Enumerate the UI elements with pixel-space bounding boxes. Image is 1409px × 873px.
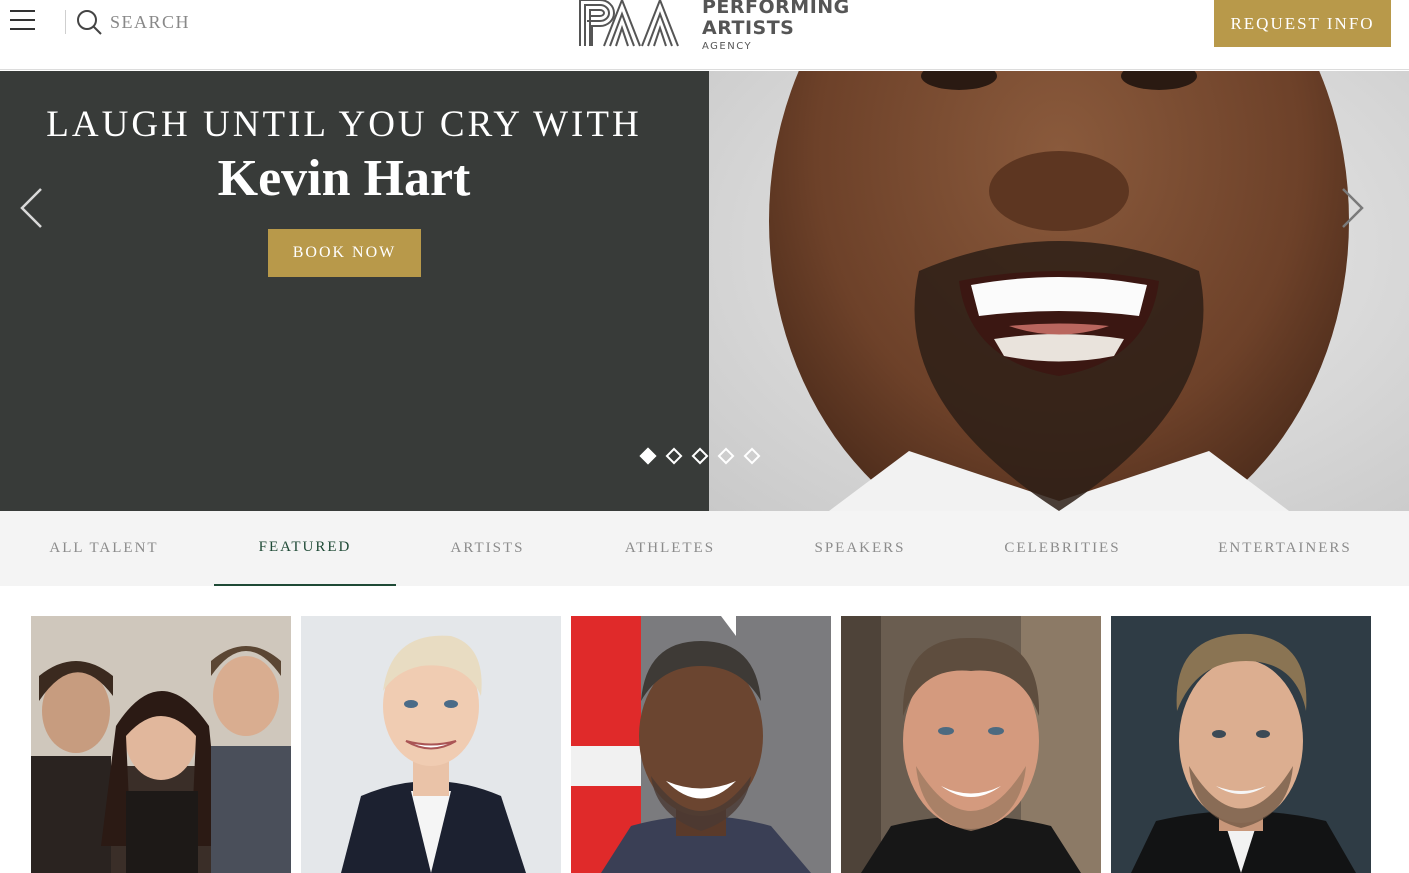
- search-input[interactable]: [110, 9, 310, 35]
- talent-photo: [841, 616, 1101, 873]
- logo-line-performing: PERFORMING: [702, 0, 850, 18]
- logo-wordmark: PERFORMING ARTISTS AGENCY: [702, 0, 850, 52]
- hero-text-panel: LAUGH UNTIL YOU CRY WITH Kevin Hart BOOK…: [0, 71, 709, 511]
- talent-card[interactable]: [1111, 616, 1371, 873]
- tab-artists[interactable]: ARTISTS: [410, 511, 565, 586]
- hero-talent-name: Kevin Hart: [217, 150, 471, 207]
- tab-athletes[interactable]: ATHLETES: [590, 511, 750, 586]
- hero-carousel: LAUGH UNTIL YOU CRY WITH Kevin Hart BOOK…: [0, 71, 1409, 511]
- book-now-button[interactable]: BOOK NOW: [268, 229, 421, 277]
- talent-card[interactable]: [31, 616, 291, 873]
- talent-card[interactable]: [571, 616, 831, 873]
- tab-entertainers[interactable]: ENTERTAINERS: [1190, 511, 1380, 586]
- paa-monogram-icon: [579, 0, 679, 47]
- tab-all-talent[interactable]: ALL TALENT: [20, 511, 188, 586]
- search-icon[interactable]: [75, 8, 103, 36]
- search-divider: [65, 10, 66, 34]
- slide-dot-icon[interactable]: [743, 447, 761, 465]
- chevron-left-icon[interactable]: [17, 186, 47, 230]
- slide-dot-icon[interactable]: [717, 447, 735, 465]
- menu-icon[interactable]: [10, 10, 36, 32]
- talent-photo: [301, 616, 561, 873]
- slide-dot-icon[interactable]: [639, 447, 657, 465]
- slide-dot-icon[interactable]: [691, 447, 709, 465]
- hero-talent-photo: [709, 71, 1409, 511]
- tab-celebrities[interactable]: CELEBRITIES: [970, 511, 1155, 586]
- paa-logo[interactable]: PERFORMING ARTISTS AGENCY: [578, 0, 849, 52]
- logo-line-artists: ARTISTS: [702, 17, 795, 39]
- tab-speakers[interactable]: SPEAKERS: [780, 511, 940, 586]
- request-info-button[interactable]: REQUEST INFO: [1214, 0, 1391, 47]
- slide-indicators: [639, 447, 761, 465]
- chevron-right-icon[interactable]: [1337, 186, 1367, 230]
- smiling-face-illustration: [769, 71, 1349, 511]
- talent-category-tabs: ALL TALENT FEATURED ARTISTS ATHLETES SPE…: [0, 511, 1409, 586]
- talent-card[interactable]: [841, 616, 1101, 873]
- featured-talent-grid: [0, 616, 1409, 873]
- talent-photo: [571, 616, 831, 873]
- tab-featured[interactable]: FEATURED: [214, 511, 396, 586]
- slide-dot-icon[interactable]: [665, 447, 683, 465]
- talent-card[interactable]: [301, 616, 561, 873]
- logo-line-agency: AGENCY: [702, 41, 753, 52]
- site-header: PERFORMING ARTISTS AGENCY REQUEST INFO: [0, 0, 1409, 70]
- talent-photo: [1111, 616, 1371, 873]
- talent-photo: [31, 616, 291, 873]
- hero-title: LAUGH UNTIL YOU CRY WITH: [46, 104, 642, 145]
